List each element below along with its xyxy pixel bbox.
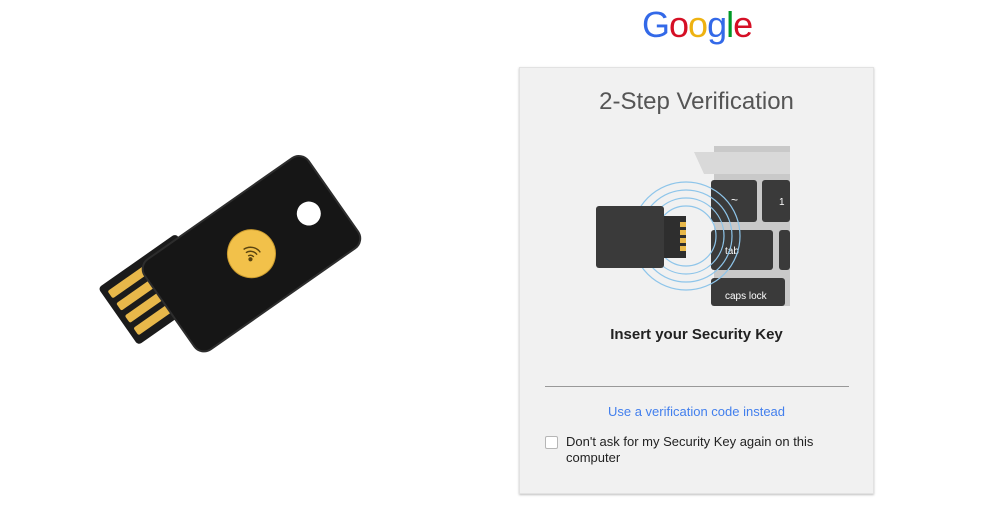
key-tilde-label: ~: [731, 193, 738, 207]
logo-letter: l: [726, 4, 734, 45]
remember-label: Don't ask for my Security Key again on t…: [566, 434, 814, 465]
logo-letter: e: [733, 4, 753, 45]
logo-letter: o: [688, 4, 708, 45]
verification-card: 2-Step Verification ~ 1 tab caps lock In…: [519, 67, 874, 494]
logo-letter: o: [669, 4, 689, 45]
logo-letter: g: [707, 4, 727, 45]
insert-key-illustration: ~ 1 tab caps lock: [596, 146, 790, 306]
security-key-image: [88, 138, 378, 388]
logo-letter: G: [642, 4, 670, 45]
remember-checkbox[interactable]: [545, 436, 558, 449]
page-title: 2-Step Verification: [599, 88, 794, 115]
remember-option[interactable]: Don't ask for my Security Key again on t…: [545, 434, 835, 466]
google-logo: Google: [642, 4, 753, 46]
key-one: [762, 180, 790, 222]
key-caps-lock-label: caps lock: [725, 291, 768, 302]
security-key-graphic: [99, 154, 362, 353]
key-one-label: 1: [779, 197, 785, 208]
instruction-text: Insert your Security Key: [610, 326, 783, 343]
keyboard-illustration: ~ 1 tab caps lock: [596, 146, 790, 306]
divider: [545, 386, 849, 387]
use-verification-code-link[interactable]: Use a verification code instead: [520, 404, 873, 419]
key-tab: [711, 230, 773, 270]
